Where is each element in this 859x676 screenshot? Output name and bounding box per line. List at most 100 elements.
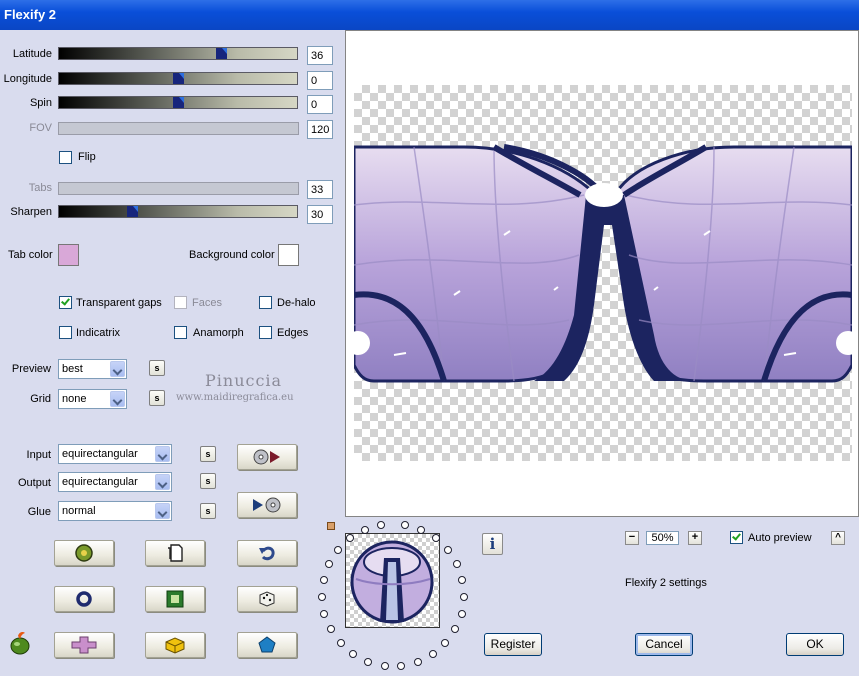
dial-dot[interactable]: [346, 534, 354, 542]
latitude-slider-thumb[interactable]: [216, 48, 227, 59]
dial-dot[interactable]: [441, 639, 449, 647]
dial-dot[interactable]: [377, 521, 385, 529]
randomize-button[interactable]: [54, 540, 114, 566]
dial-dot[interactable]: [320, 576, 328, 584]
zoom-in-button[interactable]: +: [688, 531, 702, 545]
dial-dot[interactable]: [349, 650, 357, 658]
longitude-slider[interactable]: [58, 72, 298, 85]
flaming-pear-logo-icon: [7, 630, 33, 656]
dial-dot[interactable]: [318, 593, 326, 601]
info-button[interactable]: i: [482, 533, 503, 555]
input-select[interactable]: equirectangular: [58, 444, 172, 464]
edges-checkbox[interactable]: [259, 326, 272, 339]
polyhedron-button[interactable]: [237, 632, 297, 658]
dial-dot[interactable]: [458, 576, 466, 584]
tab-color-swatch[interactable]: [58, 244, 79, 266]
fov-slider[interactable]: [58, 122, 299, 135]
dial-dot[interactable]: [364, 658, 372, 666]
cross-button[interactable]: [54, 632, 114, 658]
spin-slider-thumb[interactable]: [173, 97, 184, 108]
dial-dot[interactable]: [327, 625, 335, 633]
auto-preview-checkbox[interactable]: [730, 531, 743, 544]
dial-dot[interactable]: [451, 625, 459, 633]
dial-dot[interactable]: [401, 521, 409, 529]
sharpen-slider-thumb[interactable]: [127, 206, 138, 217]
dial-dot[interactable]: [444, 546, 452, 554]
indicatrix-checkbox[interactable]: [59, 326, 72, 339]
glue-select[interactable]: normal: [58, 501, 172, 521]
output-select[interactable]: equirectangular: [58, 472, 172, 492]
ok-button[interactable]: OK: [786, 633, 844, 656]
indicatrix-label: Indicatrix: [76, 327, 121, 339]
ring-button[interactable]: [54, 586, 114, 612]
chevron-down-icon[interactable]: [155, 474, 170, 490]
glue-s-button[interactable]: s: [200, 503, 216, 519]
dial-dot[interactable]: [414, 658, 422, 666]
output-value: equirectangular: [62, 476, 138, 488]
background-color-swatch[interactable]: [278, 244, 299, 266]
orientation-sphere[interactable]: [345, 533, 440, 628]
new-document-button[interactable]: [145, 540, 205, 566]
frame-button[interactable]: [145, 586, 205, 612]
input-value: equirectangular: [62, 448, 138, 460]
random-dice-button[interactable]: [237, 586, 297, 612]
flip-checkbox[interactable]: [59, 151, 72, 164]
undo-button[interactable]: [237, 540, 297, 566]
output-s-button[interactable]: s: [200, 473, 216, 489]
grid-select[interactable]: none: [58, 389, 127, 409]
dial-dot[interactable]: [325, 560, 333, 568]
checkmark-icon: [61, 296, 70, 306]
de-halo-checkbox[interactable]: [259, 296, 272, 309]
zoom-out-button[interactable]: −: [625, 531, 639, 545]
ring-icon: [76, 591, 92, 607]
dial-dot[interactable]: [458, 610, 466, 618]
dial-dot[interactable]: [453, 560, 461, 568]
load-image-button[interactable]: [237, 444, 297, 470]
spin-value-field[interactable]: 0: [307, 95, 333, 114]
collapse-button[interactable]: ^: [831, 531, 845, 545]
chevron-down-icon[interactable]: [155, 503, 170, 519]
cube-button[interactable]: [145, 632, 205, 658]
play-to-disc-icon: [253, 497, 281, 513]
tabs-slider[interactable]: [58, 182, 299, 195]
dial-dot[interactable]: [397, 662, 405, 670]
dial-dot[interactable]: [320, 610, 328, 618]
dial-dot[interactable]: [432, 534, 440, 542]
sharpen-value-field[interactable]: 30: [307, 205, 333, 224]
latitude-slider[interactable]: [58, 47, 298, 60]
spin-slider[interactable]: [58, 96, 298, 109]
preview-canvas[interactable]: [345, 30, 859, 517]
longitude-value-field[interactable]: 0: [307, 71, 333, 90]
transparent-gaps-checkbox[interactable]: [59, 296, 72, 309]
chevron-down-icon[interactable]: [110, 361, 125, 377]
chevron-down-icon[interactable]: [110, 391, 125, 407]
grid-label: Grid: [30, 393, 51, 405]
tabs-value-field[interactable]: 33: [307, 180, 333, 199]
dial-dot[interactable]: [429, 650, 437, 658]
save-image-button[interactable]: [237, 492, 297, 518]
faces-checkbox[interactable]: [174, 296, 187, 309]
longitude-slider-thumb[interactable]: [173, 73, 184, 84]
cancel-button[interactable]: Cancel: [635, 633, 693, 656]
dial-dot[interactable]: [337, 639, 345, 647]
dial-dot[interactable]: [361, 526, 369, 534]
chevron-down-icon[interactable]: [155, 446, 170, 462]
fov-value-field[interactable]: 120: [307, 120, 333, 139]
sphere-handle[interactable]: [327, 522, 335, 530]
output-label: Output: [17, 477, 51, 489]
preview-quality-s-button[interactable]: s: [149, 360, 165, 376]
grid-s-button[interactable]: s: [149, 390, 165, 406]
input-label: Input: [26, 449, 51, 461]
dial-dot[interactable]: [417, 526, 425, 534]
preview-quality-select[interactable]: best: [58, 359, 127, 379]
register-button[interactable]: Register: [484, 633, 542, 656]
latitude-value-field[interactable]: 36: [307, 46, 333, 65]
dial-dot[interactable]: [460, 593, 468, 601]
dial-dot[interactable]: [334, 546, 342, 554]
window-title: Flexify 2: [4, 7, 57, 22]
sharpen-slider[interactable]: [58, 205, 298, 218]
dial-dot[interactable]: [381, 662, 389, 670]
anamorph-checkbox[interactable]: [174, 326, 187, 339]
input-s-button[interactable]: s: [200, 446, 216, 462]
info-icon: i: [489, 535, 496, 553]
